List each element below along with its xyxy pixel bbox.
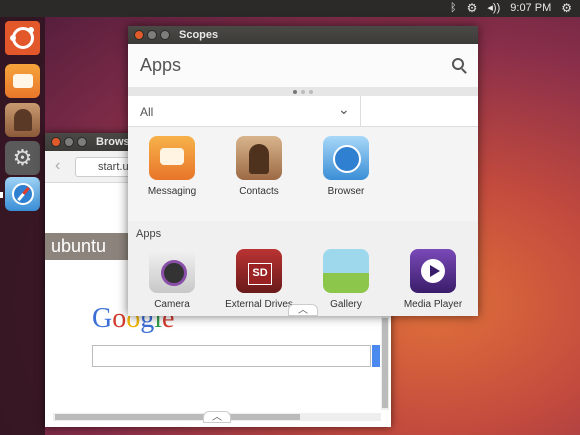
launcher: ⚙ <box>0 17 45 435</box>
page-dot <box>309 89 313 94</box>
minimize-button[interactable] <box>64 137 74 147</box>
media-player-icon <box>410 249 456 293</box>
horizontal-scroll-thumb[interactable] <box>55 414 300 420</box>
back-arrow-icon[interactable]: ‹ <box>55 157 60 175</box>
window-title: Scopes <box>179 29 219 41</box>
page-indicator <box>128 87 478 96</box>
app-tile-external-drives[interactable]: External Drives <box>219 249 299 310</box>
filter-label: All <box>140 105 154 119</box>
messaging-icon <box>12 74 33 88</box>
launcher-item-browser[interactable] <box>5 177 40 211</box>
chevron-up-icon[interactable]: ︿ <box>203 411 231 423</box>
scopes-titlebar[interactable]: Scopes <box>128 26 478 44</box>
chevron-down-icon[interactable]: ⌄ <box>338 101 350 118</box>
app-tile-messaging[interactable]: Messaging <box>132 136 212 197</box>
app-tile-camera[interactable]: Camera <box>132 249 212 310</box>
play-icon <box>430 265 440 277</box>
compass-icon <box>11 183 34 205</box>
page-dot <box>301 89 305 94</box>
dash-home-button[interactable] <box>5 21 40 55</box>
page-dot <box>293 89 297 94</box>
volume-icon[interactable]: ◂)) <box>487 0 500 17</box>
app-tile-browser[interactable]: Browser <box>306 136 386 197</box>
launcher-item-contacts[interactable] <box>5 103 40 137</box>
clock[interactable]: 9:07 PM <box>510 0 551 17</box>
maximize-button[interactable] <box>160 30 170 40</box>
app-label: Contacts <box>239 186 279 197</box>
close-button[interactable] <box>51 137 61 147</box>
search-input[interactable] <box>92 345 371 367</box>
scopes-header: Apps <box>128 44 478 87</box>
settings-icon[interactable]: ⚙ <box>467 0 478 17</box>
app-label: Gallery <box>330 299 362 310</box>
app-label: External Drives <box>225 299 293 310</box>
app-tile-contacts[interactable]: Contacts <box>219 136 299 197</box>
chevron-up-icon[interactable]: ︿ <box>288 304 318 316</box>
messaging-icon <box>149 136 195 180</box>
gallery-icon <box>323 249 369 293</box>
divider <box>360 96 361 127</box>
app-label: Media Player <box>403 299 463 310</box>
minimize-button[interactable] <box>147 30 157 40</box>
ubuntu-banner[interactable]: ubuntu <box>45 233 135 260</box>
scopes-window: Scopes Apps All ⌄ Messaging Contacts Bro… <box>128 26 478 316</box>
gear-icon: ⚙ <box>12 145 33 170</box>
scope-title: Apps <box>140 55 182 75</box>
camera-icon <box>149 249 195 293</box>
top-panel: ᛒ ⚙ ◂)) 9:07 PM ⚙ <box>0 0 580 17</box>
launcher-item-messaging[interactable] <box>5 64 40 98</box>
launcher-item-system-settings[interactable]: ⚙ <box>5 141 40 175</box>
section-title: Apps <box>136 228 162 240</box>
app-tile-gallery[interactable]: Gallery <box>306 249 386 310</box>
app-tile-media-player[interactable]: Media Player <box>393 249 473 310</box>
maximize-button[interactable] <box>77 137 87 147</box>
vertical-scroll-thumb[interactable] <box>382 318 388 408</box>
sd-card-icon <box>236 249 282 293</box>
app-label: Camera <box>154 299 190 310</box>
bluetooth-icon[interactable]: ᛒ <box>450 0 457 17</box>
search-icon[interactable] <box>452 58 464 70</box>
filter-bar[interactable]: All ⌄ <box>128 96 478 127</box>
running-indicator <box>0 192 3 198</box>
app-label: Messaging <box>147 186 197 197</box>
google-logo-letter: G <box>92 303 113 334</box>
app-label: Browser <box>327 186 365 197</box>
search-button[interactable] <box>372 345 380 367</box>
contacts-icon <box>236 136 282 180</box>
contacts-icon <box>13 109 32 131</box>
google-logo-letter: o <box>112 303 127 334</box>
browser-icon <box>323 136 369 180</box>
close-button[interactable] <box>134 30 144 40</box>
system-menu-icon[interactable]: ⚙ <box>561 0 572 17</box>
ubuntu-logo-icon <box>9 27 34 49</box>
